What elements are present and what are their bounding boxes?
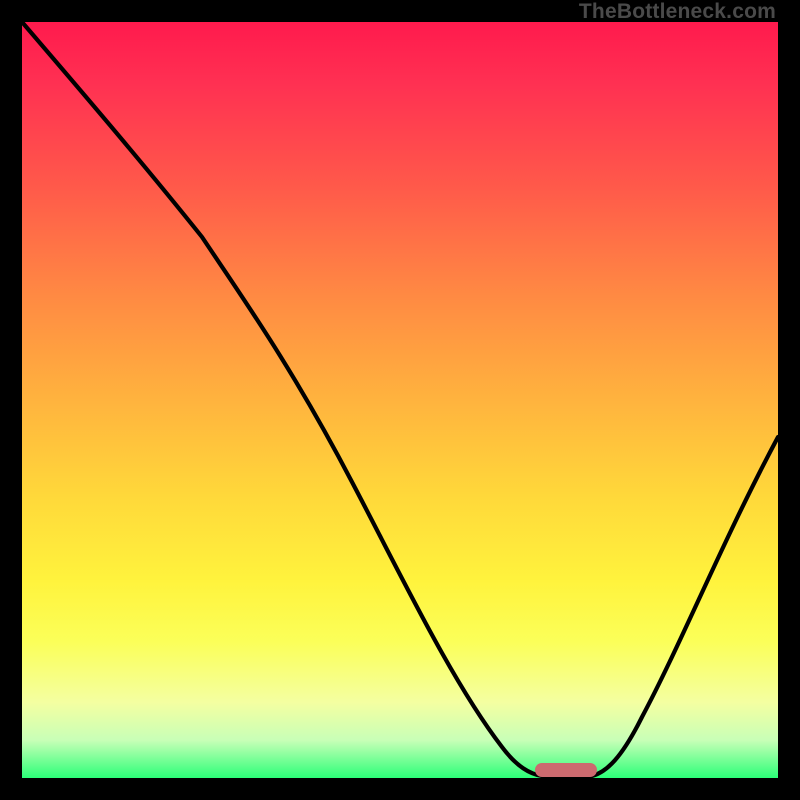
watermark-text: TheBottleneck.com <box>579 0 776 24</box>
optimal-range-marker <box>535 763 597 777</box>
curve-path <box>22 22 778 776</box>
chart-frame: TheBottleneck.com <box>0 0 800 800</box>
bottleneck-curve <box>22 22 778 778</box>
chart-plot-area <box>22 22 778 778</box>
